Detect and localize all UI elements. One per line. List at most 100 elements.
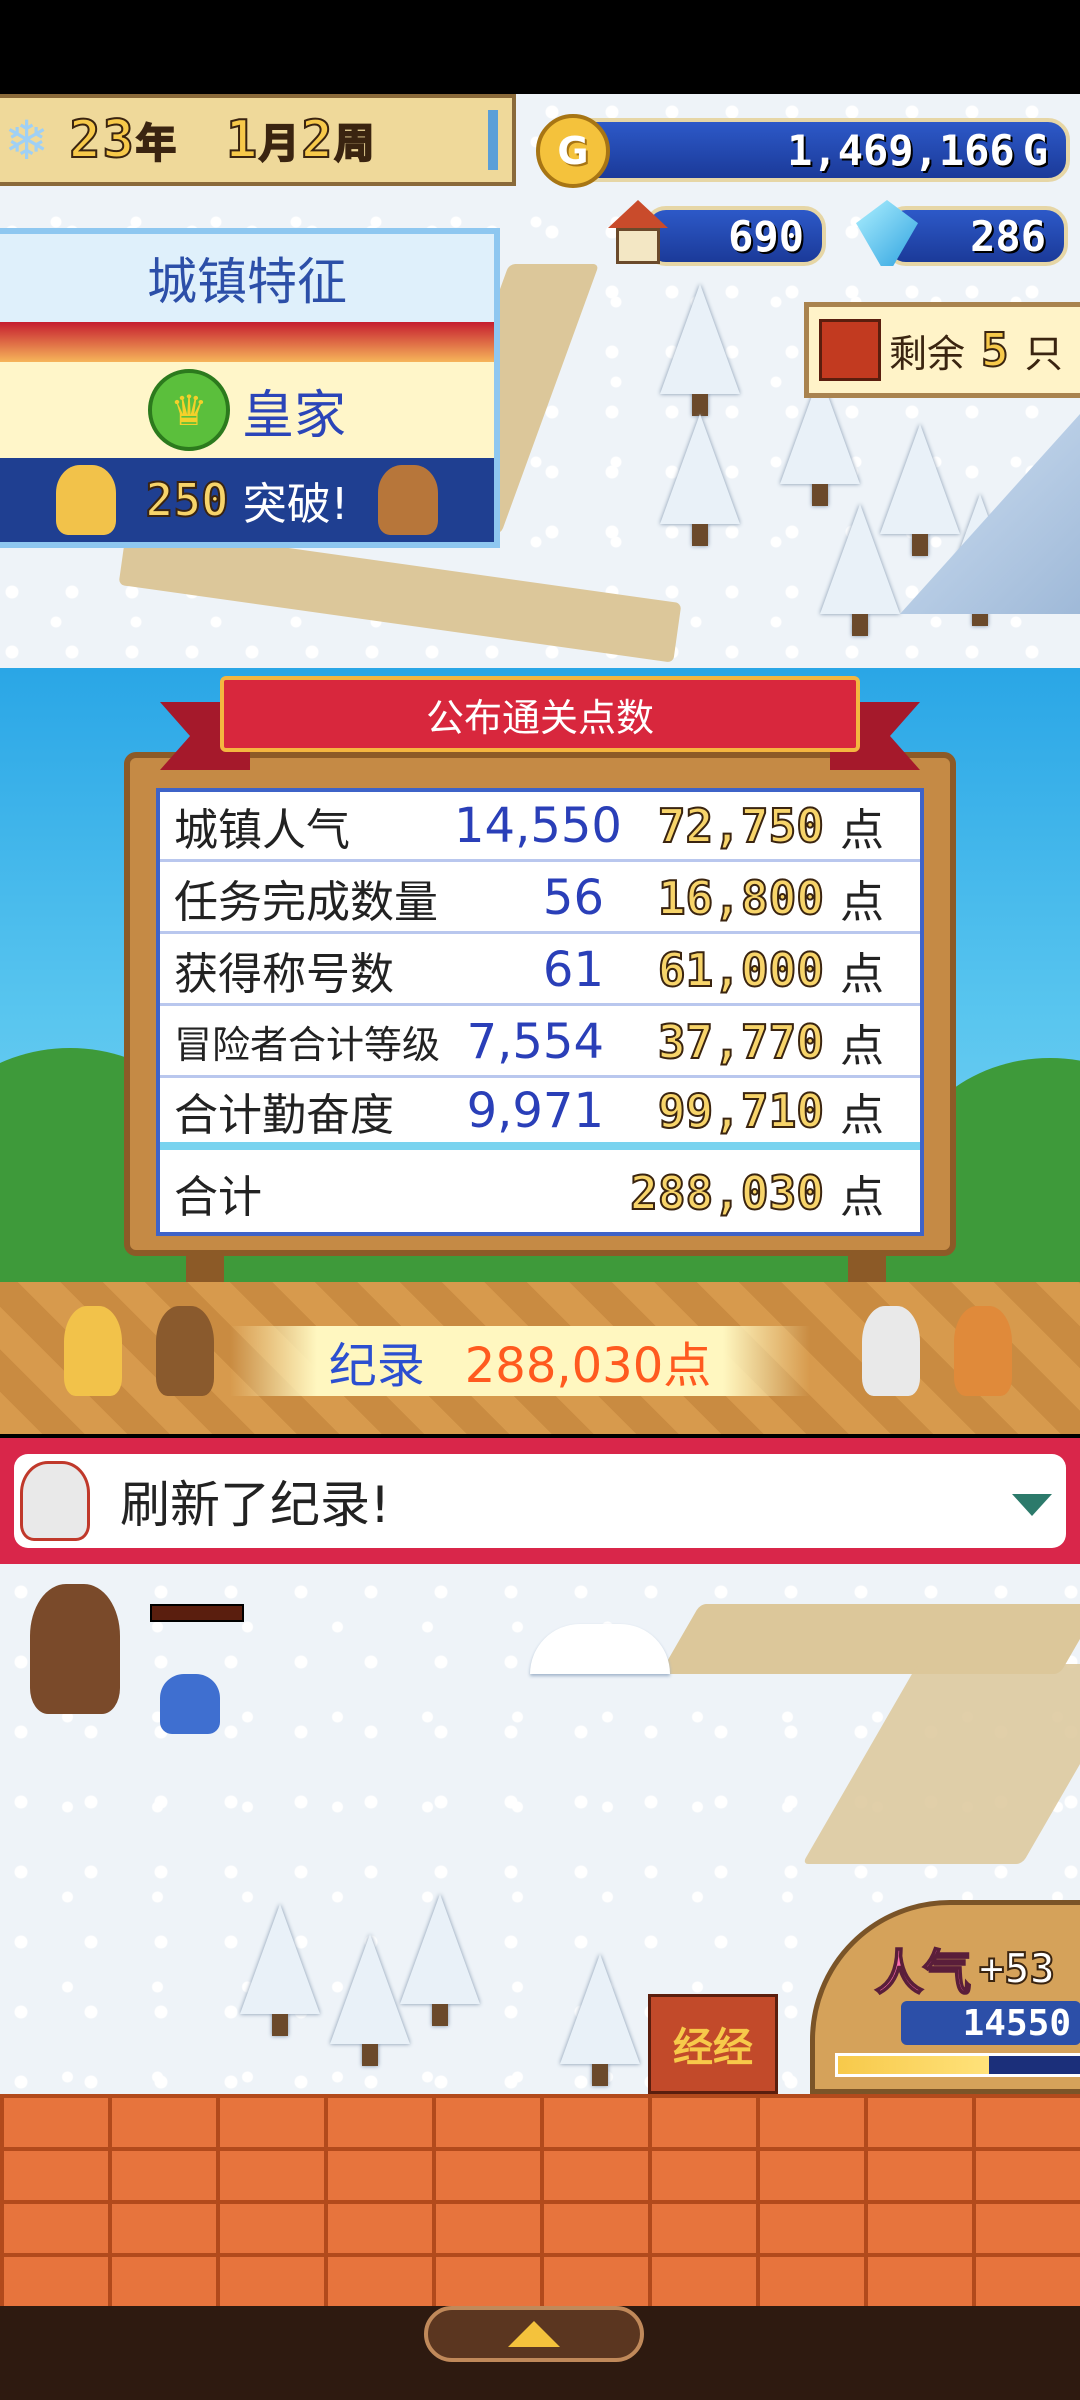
enemy-character-icon[interactable] — [160, 1674, 220, 1734]
score-total-unit: 点 — [840, 1172, 884, 1223]
score-row: 获得称号数 61 61,000 点 — [160, 936, 920, 1006]
score-count: 56 — [542, 869, 604, 926]
house-count: 690 — [728, 211, 804, 261]
score-count: 61 — [542, 941, 604, 998]
gold-counter[interactable]: 1,469,166 G — [560, 118, 1070, 182]
popularity-label: 人气 — [874, 1944, 972, 2002]
date-display: ❄ 23 年 1 月 2 周 — [0, 94, 516, 186]
score-label: 任务完成数量 — [174, 876, 438, 928]
trait-panel-banner — [0, 322, 494, 362]
score-unit: 点 — [840, 948, 884, 1000]
gold-amount: 1,469,166 — [787, 125, 1015, 175]
enemy-remaining-unit: 只 — [1024, 331, 1063, 376]
house-counter[interactable]: 690 — [644, 206, 826, 266]
gold-coin-letter: G — [557, 129, 589, 173]
divider — [488, 110, 498, 170]
snowflake-icon: ❄ — [4, 108, 50, 172]
popularity-value: 14550 — [962, 2002, 1071, 2044]
score-count: 7,554 — [466, 1013, 604, 1070]
score-unit: 点 — [840, 1020, 884, 1072]
score-row: 城镇人气 14,550 72,750 点 — [160, 792, 920, 862]
snow-tree — [330, 1934, 410, 2066]
record-value: 288,030点 — [464, 1338, 712, 1394]
gold-unit: G — [1022, 125, 1048, 175]
score-table: 城镇人气 14,550 72,750 点 任务完成数量 56 16,800 点 … — [156, 788, 924, 1236]
date-week: 2 — [300, 109, 335, 171]
popularity-delta: +53 — [978, 1943, 1056, 1994]
trait-panel-title: 城镇特征 — [0, 234, 494, 322]
score-total-label: 合计 — [174, 1172, 262, 1223]
shop-sign[interactable]: 经经 — [648, 1994, 778, 2094]
score-unit: 点 — [840, 1090, 884, 1141]
gold-coin-icon: G — [536, 114, 610, 188]
message-text: 刷新了纪录! — [120, 1476, 391, 1534]
enemy-portrait-icon — [819, 319, 881, 381]
crown-icon: ♛ — [147, 369, 230, 451]
score-label: 获得称号数 — [174, 948, 394, 1000]
adventurer-character-icon[interactable] — [30, 1584, 120, 1714]
score-board: 城镇人气 14,550 72,750 点 任务完成数量 56 16,800 点 … — [124, 752, 956, 1256]
character-icon — [862, 1306, 920, 1396]
snow-mound — [530, 1624, 670, 1674]
score-unit: 点 — [840, 804, 884, 856]
health-bar — [150, 1604, 244, 1622]
brick-floor — [0, 2094, 1080, 2306]
snow-tree — [660, 284, 740, 416]
score-points: 61,000 — [657, 942, 825, 998]
score-total-points: 288,030 — [629, 1165, 825, 1221]
score-total-row: 合计 288,030 点 — [160, 1158, 920, 1228]
trait-name: 皇家 — [241, 385, 346, 446]
date-month: 1 — [225, 109, 260, 171]
score-label: 城镇人气 — [174, 804, 350, 856]
status-bar — [0, 0, 1080, 94]
speaker-portrait-icon — [20, 1461, 90, 1541]
score-points: 37,770 — [657, 1014, 825, 1070]
score-label: 合计勤奋度 — [174, 1090, 394, 1141]
score-points: 99,710 — [657, 1083, 825, 1139]
score-count: 14,550 — [454, 797, 622, 854]
cheering-character-icon — [378, 465, 439, 535]
snow-tree — [560, 1954, 640, 2086]
trait-panel-body: ♛ 皇家 — [0, 362, 494, 458]
town-trait-panel[interactable]: 城镇特征 ♛ 皇家 250 突破! — [0, 228, 500, 548]
expand-menu-button[interactable] — [424, 2306, 644, 2362]
enemy-remaining-box[interactable]: 剩余 5 只 — [804, 302, 1080, 398]
score-row: 冒险者合计等级 7,554 37,770 点 — [160, 1008, 920, 1078]
crystal-count: 286 — [970, 211, 1046, 261]
score-row: 合计勤奋度 9,971 99,710 点 — [160, 1080, 920, 1150]
score-label: 冒险者合计等级 — [174, 1023, 441, 1067]
score-count: 9,971 — [466, 1083, 604, 1139]
message-box[interactable]: 刷新了纪录! — [0, 1438, 1080, 1564]
date-year: 23 — [68, 109, 136, 171]
enemy-remaining-count: 5 — [980, 322, 1010, 378]
milestone-text: 突破! — [242, 479, 349, 530]
trait-milestone: 250 突破! — [0, 458, 494, 542]
popularity-bar — [835, 2053, 1080, 2077]
score-points: 16,800 — [657, 870, 825, 926]
house-icon — [608, 200, 668, 266]
snow-tree — [400, 1894, 480, 2026]
date-year-unit: 年 — [135, 120, 178, 168]
character-icon — [64, 1306, 122, 1396]
popularity-value-box: 14550 — [901, 2001, 1080, 2045]
snow-tree — [660, 414, 740, 546]
message-inner[interactable]: 刷新了纪录! — [14, 1454, 1066, 1548]
crystal-counter[interactable]: 286 — [884, 206, 1068, 266]
character-icon — [156, 1306, 214, 1396]
score-board-title: 公布通关点数 — [220, 676, 860, 752]
record-bar: 纪录 288,030点 — [230, 1326, 810, 1396]
snow-tree — [820, 504, 900, 636]
date-month-unit: 月 — [258, 120, 302, 168]
score-row: 任务完成数量 56 16,800 点 — [160, 864, 920, 934]
score-unit: 点 — [840, 876, 884, 928]
cheering-character-icon — [55, 465, 116, 535]
up-arrow-icon — [508, 2321, 560, 2347]
date-week-unit: 周 — [334, 120, 377, 168]
milestone-number: 250 — [145, 472, 230, 528]
enemy-remaining-label: 剩余 — [889, 331, 966, 376]
score-points: 72,750 — [657, 798, 825, 854]
popularity-bar-fill — [838, 2056, 990, 2074]
record-label: 纪录 — [328, 1338, 425, 1394]
dropdown-arrow-icon[interactable] — [1012, 1494, 1052, 1516]
game-screen: ❄ 23 年 1 月 2 周 1,469,166 G G 690 286 剩余 … — [0, 0, 1080, 2400]
